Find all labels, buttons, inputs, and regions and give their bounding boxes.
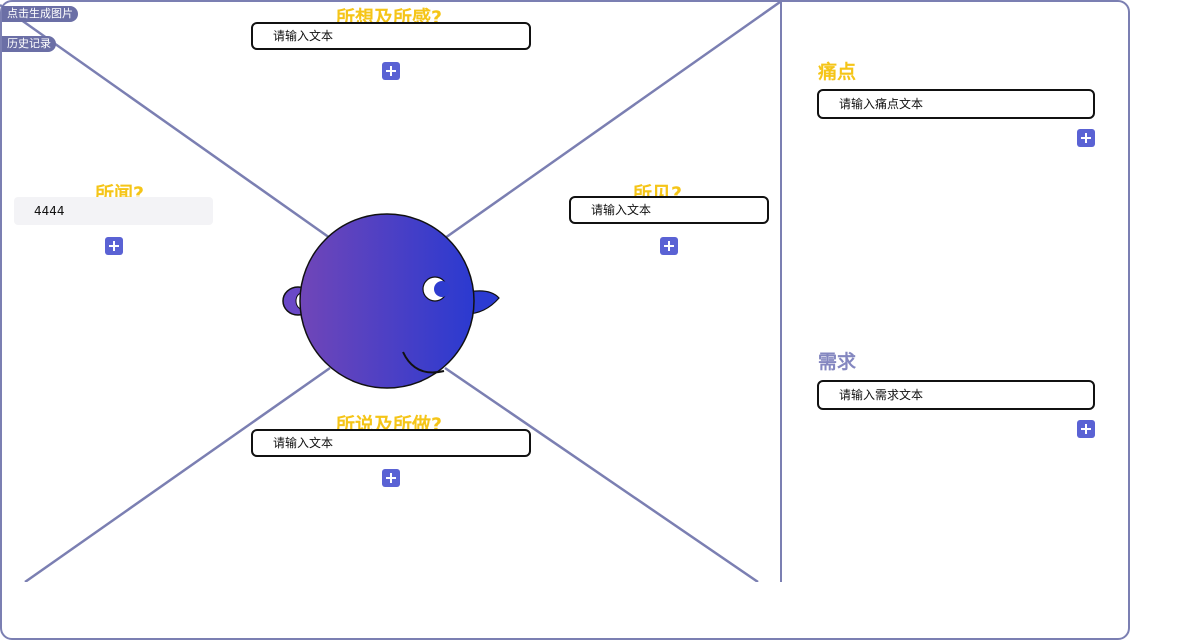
think-feel-input[interactable] [253,24,529,48]
history-button[interactable]: 历史记录 [2,36,56,52]
needs-title: 需求 [818,351,857,373]
head-shape [299,213,475,389]
pain-input[interactable] [819,91,1093,117]
generate-image-button[interactable]: 点击生成图片 [2,6,78,22]
persona-face-icon [282,213,500,389]
say-do-input[interactable] [253,431,529,455]
diagonal-bottom-left [24,366,331,582]
say-do-input-box [251,429,531,457]
see-input-box [569,196,769,224]
see-input[interactable] [571,198,767,222]
need-input-box [817,380,1095,410]
pain-add-button[interactable] [1077,129,1095,147]
hear-input[interactable] [14,197,213,225]
need-add-button[interactable] [1077,420,1095,438]
hear-add-button[interactable] [105,237,123,255]
hear-input-box [14,197,213,225]
see-add-button[interactable] [660,237,678,255]
say-do-add-button[interactable] [382,469,400,487]
pain-points-title: 痛点 [818,61,857,83]
need-input[interactable] [819,382,1093,408]
diagonal-bottom-right [444,366,759,582]
pain-input-box [817,89,1095,119]
think-feel-input-box [251,22,531,50]
think-feel-add-button[interactable] [382,62,400,80]
